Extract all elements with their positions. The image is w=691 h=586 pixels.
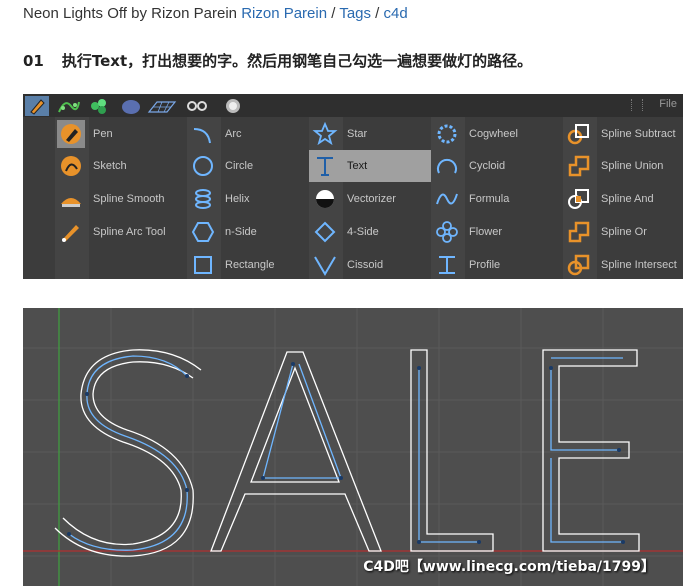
toolbar-grip[interactable] [631, 99, 643, 111]
vectorizer-icon [311, 185, 339, 213]
menu-item-label: Spline Or [601, 226, 647, 238]
light-bulb-icon[interactable] [221, 96, 245, 116]
watermark-text: C4D吧【www.linecg.com/tieba/1799】 [363, 559, 655, 575]
menu-item-text[interactable]: Text [309, 150, 431, 182]
c4d-spline-menu: File Pen Sketch Spline Smooth Spline Arc… [23, 94, 683, 279]
helix-icon [189, 185, 217, 213]
menu-item-label: Spline Union [601, 160, 664, 172]
menu-item-label: Cogwheel [469, 128, 518, 140]
menu-item-profile[interactable]: Profile [433, 249, 563, 279]
breadcrumb-separator: / [327, 5, 340, 22]
step-number: 01 [23, 52, 44, 70]
pen-icon [57, 120, 85, 148]
menu-item-4-side[interactable]: 4-Side [311, 216, 431, 248]
star-icon [311, 120, 339, 148]
arc-icon [189, 120, 217, 148]
menu-item-label: Sketch [93, 160, 127, 172]
menu-item-label: Vectorizer [347, 193, 396, 205]
menu-item-label: Profile [469, 259, 501, 271]
pen-tool-icon[interactable] [25, 96, 49, 116]
spline-or-icon [565, 218, 593, 246]
sketch-icon [57, 152, 85, 180]
step-text: 执行Text，打出想要的字。然后用钢笔自己勾选一遍想要做灯的路径。 [61, 52, 533, 70]
profile-icon [433, 251, 461, 279]
menu-item-label: Cycloid [469, 160, 506, 172]
menu-item-rectangle[interactable]: Rectangle [189, 249, 309, 279]
spline-points[interactable] [67, 362, 625, 544]
article-header: Neon Lights Off by Rizon Parein Rizon Pa… [23, 5, 408, 22]
grid-plane-icon[interactable] [147, 96, 177, 116]
menu-item-helix[interactable]: Helix [189, 183, 309, 215]
menu-item-sketch[interactable]: Sketch [57, 150, 187, 182]
c4d-viewport[interactable]: C4D吧【www.linecg.com/tieba/1799】 [23, 308, 683, 586]
cogwheel-icon [433, 120, 461, 148]
author-link[interactable]: Rizon Parein [241, 5, 327, 22]
menu-item-formula[interactable]: Formula [433, 183, 563, 215]
menu-item-label: Helix [225, 193, 250, 205]
spline-intersect-icon [565, 251, 593, 279]
menu-item-label: Spline Arc Tool [93, 226, 166, 238]
cissoid-icon [311, 251, 339, 279]
circle-icon [189, 152, 217, 180]
four-side-icon [311, 218, 339, 246]
eyes-icon[interactable] [185, 96, 209, 116]
menu-item-label: Flower [469, 226, 503, 238]
menu-item-label: n-Side [225, 226, 257, 238]
menu-item-label: Spline Smooth [93, 193, 165, 205]
spline-subtract-icon [565, 120, 593, 148]
menu-item-cissoid[interactable]: Cissoid [311, 249, 431, 279]
menu-item-arc[interactable]: Arc [189, 118, 309, 150]
menu-item-label: Cissoid [347, 259, 384, 271]
tags-link[interactable]: Tags [339, 5, 371, 22]
c4d-tag-link[interactable]: c4d [384, 5, 408, 22]
menu-item-spline-and[interactable]: Spline And [565, 183, 683, 215]
cycloid-icon [433, 152, 461, 180]
menu-item-spline-smooth[interactable]: Spline Smooth [57, 183, 187, 215]
file-menu[interactable]: File [659, 98, 677, 110]
menu-item-label: Spline And [601, 193, 654, 205]
spline-union-icon [565, 152, 593, 180]
menu-item-spline-arc-tool[interactable]: Spline Arc Tool [57, 216, 187, 248]
menu-item-label: Text [347, 160, 368, 172]
spline-arc-tool-icon [57, 218, 85, 246]
menu-item-label: Arc [225, 128, 242, 140]
menu-item-label: Formula [469, 193, 510, 205]
header-prefix: Neon Lights Off by Rizon Parein [23, 5, 242, 22]
flower-group-icon[interactable] [87, 96, 111, 116]
menu-item-star[interactable]: Star [311, 118, 431, 150]
menu-item-label: Spline Intersect [601, 259, 677, 271]
menu-item-label: Star [347, 128, 368, 140]
menu-item-pen[interactable]: Pen [57, 118, 187, 150]
flower-icon [433, 218, 461, 246]
menu-item-cycloid[interactable]: Cycloid [433, 150, 563, 182]
menu-item-label: Spline Subtract [601, 128, 676, 140]
viewport-canvas [23, 308, 683, 586]
spline-and-icon [565, 185, 593, 213]
sphere-icon[interactable] [119, 96, 143, 116]
spline-network-icon[interactable] [57, 96, 81, 116]
rectangle-icon [189, 251, 217, 279]
menu-item-spline-or[interactable]: Spline Or [565, 216, 683, 248]
menu-item-spline-intersect[interactable]: Spline Intersect [565, 249, 683, 279]
formula-icon [433, 185, 461, 213]
menu-item-flower[interactable]: Flower [433, 216, 563, 248]
menu-item-spline-union[interactable]: Spline Union [565, 150, 683, 182]
pen-drawn-paths[interactable] [68, 355, 623, 551]
n-side-icon [189, 218, 217, 246]
c4d-toolbar: File [23, 94, 683, 117]
menu-item-cogwheel[interactable]: Cogwheel [433, 118, 563, 150]
menu-item-vectorizer[interactable]: Vectorizer [311, 183, 431, 215]
menu-item-circle[interactable]: Circle [189, 150, 309, 182]
menu-item-n-side[interactable]: n-Side [189, 216, 309, 248]
step-heading: 01 执行Text，打出想要的字。然后用钢笔自己勾选一遍想要做灯的路径。 [23, 50, 532, 71]
spline-smooth-icon [57, 185, 85, 213]
menu-item-label: Pen [93, 128, 113, 140]
text-icon [311, 152, 339, 180]
menu-item-label: Rectangle [225, 259, 275, 271]
menu-item-spline-subtract[interactable]: Spline Subtract [565, 118, 683, 150]
breadcrumb-separator: / [371, 5, 384, 22]
menu-item-label: Circle [225, 160, 254, 172]
menu-item-label: 4-Side [347, 226, 379, 238]
